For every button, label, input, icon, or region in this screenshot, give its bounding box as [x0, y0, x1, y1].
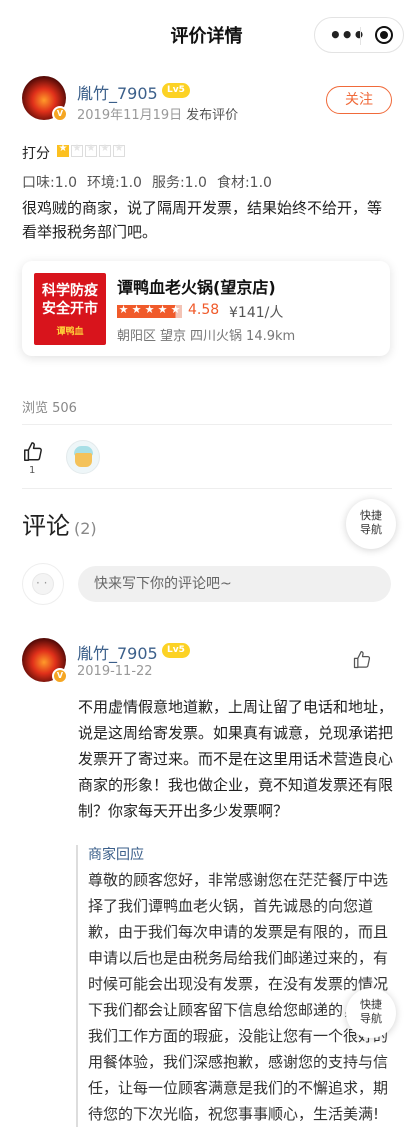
capsule-divider — [360, 27, 361, 45]
review-date-suffix: 发布评价 — [186, 108, 239, 123]
merchant-reply-text: 尊敬的顾客您好，非常感谢您在茫茫餐厅中选择了我们谭鸭血老火锅，首先诚恳的向您道歉… — [88, 871, 389, 1123]
comments-count: (2) — [74, 519, 97, 538]
review-date-value: 2019年11月19日 — [77, 108, 183, 123]
quick-nav-button[interactable]: 快捷 导航 — [346, 988, 396, 1038]
sub-score: 食材:1.0 — [216, 175, 272, 191]
divider — [22, 424, 392, 425]
sub-score: 服务:1.0 — [151, 175, 207, 191]
shop-image-line-1: 科学防疫 — [42, 283, 98, 299]
author-name[interactable]: 胤竹_7905 — [77, 80, 158, 104]
shop-rating: 4.58 — [188, 302, 220, 318]
quick-nav-label: 快捷 导航 — [360, 509, 382, 536]
star-filled-icon — [143, 303, 156, 318]
liker-avatar[interactable] — [66, 440, 100, 474]
shop-stars — [117, 303, 182, 324]
shop-location-item: 望京 — [160, 329, 187, 344]
verified-badge: V — [52, 106, 68, 122]
shop-price: ¥141/人 — [229, 305, 284, 321]
star-empty-icon — [113, 143, 125, 157]
mini-program-capsule: ••• — [314, 17, 404, 53]
quick-nav-label: 快捷 导航 — [360, 998, 382, 1025]
shop-name: 谭鸭血老火锅(望京店) — [117, 278, 276, 297]
commenter-avatar[interactable]: V — [22, 638, 68, 684]
shop-location-item: 四川火锅 — [190, 329, 243, 344]
star-half-icon — [169, 303, 182, 318]
target-circle-icon[interactable] — [375, 26, 393, 44]
comment-input[interactable]: 快来写下你的评论吧~ — [78, 566, 391, 602]
follow-button[interactable]: 关注 — [326, 86, 392, 114]
shop-location-item: 14.9km — [246, 329, 296, 344]
shop-card[interactable]: 科学防疫 安全开市 谭鸭血 谭鸭血老火锅(望京店) 4.58 ¥141/人 朝阳… — [22, 261, 390, 356]
quick-nav-button[interactable]: 快捷 导航 — [346, 499, 396, 549]
star-filled-icon — [57, 143, 69, 157]
level-badge: Lv5 — [162, 643, 190, 658]
shop-image-logo: 谭鸭血 — [56, 327, 84, 337]
merchant-reply: 商家回应 尊敬的顾客您好，非常感谢您在茫茫餐厅中选择了我们谭鸭血老火锅，首先诚恳… — [76, 845, 392, 1127]
thumbs-up-icon[interactable] — [352, 650, 372, 670]
cupcake-cup — [75, 453, 92, 467]
comments-title: 评论 — [22, 512, 70, 540]
star-filled-icon — [156, 303, 169, 318]
comment-date: 2019-11-22 — [77, 664, 153, 679]
divider — [22, 488, 392, 489]
commenter-name[interactable]: 胤竹_7905 — [77, 640, 158, 664]
star-filled-icon — [130, 303, 143, 318]
sub-score: 口味:1.0 — [22, 175, 77, 191]
sub-score: 环境:1.0 — [86, 175, 142, 191]
score-label: 打分 — [22, 146, 50, 162]
comment-text: 不用虚情假意地道歉，上周让留了电话和地址，说是这周给寄发票。如果真有诚意，兑现承… — [78, 698, 394, 820]
star-empty-icon — [99, 143, 111, 157]
shop-location: 朝阳区 望京 四川火锅 14.9km — [117, 325, 299, 344]
shop-location-item: 朝阳区 — [117, 329, 157, 344]
shop-image-line-2: 安全开市 — [42, 301, 98, 317]
default-avatar-face — [32, 573, 54, 595]
top-nav-bar: 评价详情 ••• — [0, 0, 413, 66]
comments-heading: 评论 (2) — [22, 506, 97, 541]
level-badge: Lv5 — [162, 83, 190, 98]
author-avatar[interactable]: V — [22, 76, 68, 122]
my-avatar — [22, 563, 64, 605]
like-count: 1 — [29, 465, 36, 476]
sub-scores: 口味:1.0 环境:1.0 服务:1.0 食材:1.0 — [22, 172, 282, 192]
review-date: 2019年11月19日 发布评价 — [77, 104, 238, 123]
review-text: 很鸡贼的商家，说了隔周开发票，结果始终不给开，等看举报税务部门吧。 — [22, 199, 383, 241]
star-empty-icon — [85, 143, 97, 157]
merchant-reply-label: 商家回应 — [88, 847, 144, 863]
thumbs-up-icon[interactable] — [22, 441, 44, 463]
verified-badge: V — [52, 668, 68, 684]
star-empty-icon — [71, 143, 83, 157]
shop-image: 科学防疫 安全开市 谭鸭血 — [34, 273, 106, 345]
star-filled-icon — [117, 303, 130, 318]
view-count: 浏览 506 — [22, 401, 77, 416]
score-stars — [57, 143, 127, 157]
